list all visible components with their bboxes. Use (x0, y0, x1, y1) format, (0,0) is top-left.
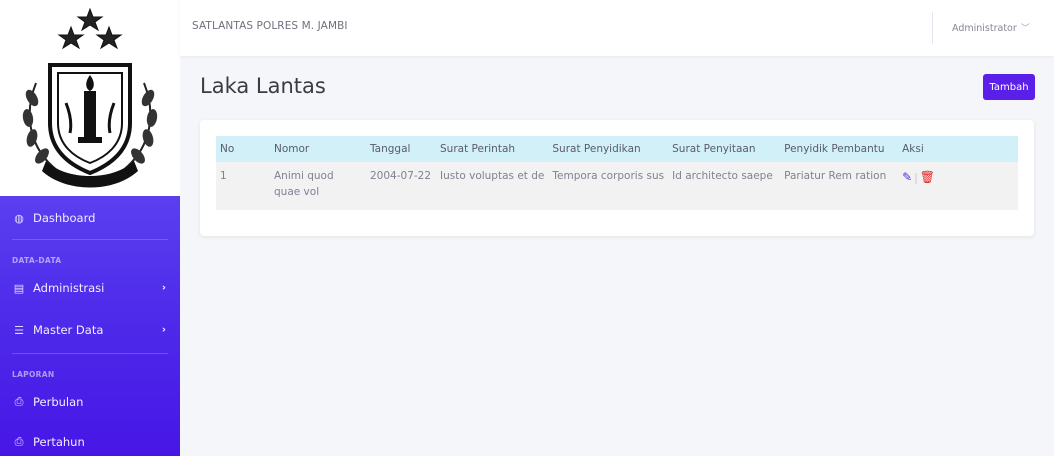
table-cell: Animi quod quae vol (274, 170, 334, 199)
sidebar-divider (12, 353, 168, 354)
sidebar-item-master-data[interactable]: ☰ Master Data › (0, 312, 180, 348)
sidebar-divider (12, 239, 168, 240)
table-cell: Pariatur Rem ration (784, 170, 887, 182)
column-header: Surat Penyitaan (672, 143, 756, 155)
column-header: Nomor (274, 143, 310, 155)
sidebar-item-label: Perbulan (33, 395, 84, 409)
table-cell: 2004-07-22 (370, 170, 432, 182)
topbar-divider (932, 12, 933, 44)
sidebar-nav: ◍ Dashboard DATA-DATA ▤ Administrasi › ☰… (0, 196, 180, 456)
edit-icon[interactable]: ✎ (902, 168, 912, 187)
polri-emblem-icon (22, 7, 158, 188)
sidebar-item-perbulan[interactable]: ⎙ Perbulan (0, 384, 180, 420)
sidebar-item-label: Administrasi (33, 281, 105, 295)
column-header: Surat Penyidikan (552, 143, 641, 155)
column-header: Aksi (902, 143, 924, 155)
brand-title: SATLANTAS POLRES M. JAMBI (192, 20, 348, 32)
page-title: Laka Lantas (200, 74, 326, 98)
table-card: No Nomor Tanggal Surat Perintah Surat Pe… (200, 120, 1034, 236)
chevron-down-icon: ﹀ (1020, 24, 1030, 34)
chevron-right-icon: › (161, 324, 166, 336)
dashboard-icon: ◍ (14, 211, 24, 225)
print-icon: ⎙ (14, 395, 24, 408)
sidebar-item-label: Master Data (33, 323, 104, 337)
table-header-row: No Nomor Tanggal Surat Perintah Surat Pe… (216, 136, 1018, 162)
sidebar-heading-data: DATA-DATA (12, 256, 62, 265)
action-separator: | (914, 172, 918, 184)
trash-icon[interactable]: 🗑 (920, 168, 935, 187)
sidebar-item-label: Pertahun (33, 435, 85, 449)
sidebar-heading-laporan: LAPORAN (12, 370, 55, 379)
column-header: Tanggal (370, 143, 411, 155)
database-icon: ☰ (14, 323, 24, 337)
add-button[interactable]: Tambah (983, 74, 1035, 100)
print-icon: ⎙ (14, 435, 24, 448)
sidebar-item-dashboard[interactable]: ◍ Dashboard (0, 200, 180, 236)
user-menu[interactable]: Administrator ﹀ (952, 21, 1030, 34)
table-row: 1 Animi quod quae vol 2004-07-22 Iusto v… (216, 162, 1018, 210)
sidebar-item-label: Dashboard (33, 211, 96, 225)
table-cell: Tempora corporis sus (552, 170, 665, 182)
column-header: Surat Perintah (440, 143, 516, 155)
table-cell: 1 (220, 170, 227, 182)
chevron-right-icon: › (161, 282, 166, 294)
polri-logo (0, 0, 180, 196)
sidebar-item-administrasi[interactable]: ▤ Administrasi › (0, 270, 180, 306)
column-header: Penyidik Pembantu (784, 143, 885, 155)
sidebar-item-pertahun[interactable]: ⎙ Pertahun (0, 424, 180, 456)
data-table: No Nomor Tanggal Surat Perintah Surat Pe… (216, 136, 1018, 210)
user-name: Administrator (952, 23, 1017, 34)
table-cell: Iusto voluptas et de (440, 170, 545, 182)
topbar: SATLANTAS POLRES M. JAMBI Administrator ﹀ (180, 0, 1054, 56)
sidebar: ◍ Dashboard DATA-DATA ▤ Administrasi › ☰… (0, 0, 180, 456)
actions-cell: ✎ | 🗑 (898, 162, 1018, 210)
column-header: No (220, 143, 235, 155)
table-cell: Id architecto saepe (672, 170, 773, 182)
list-icon: ▤ (13, 281, 25, 295)
